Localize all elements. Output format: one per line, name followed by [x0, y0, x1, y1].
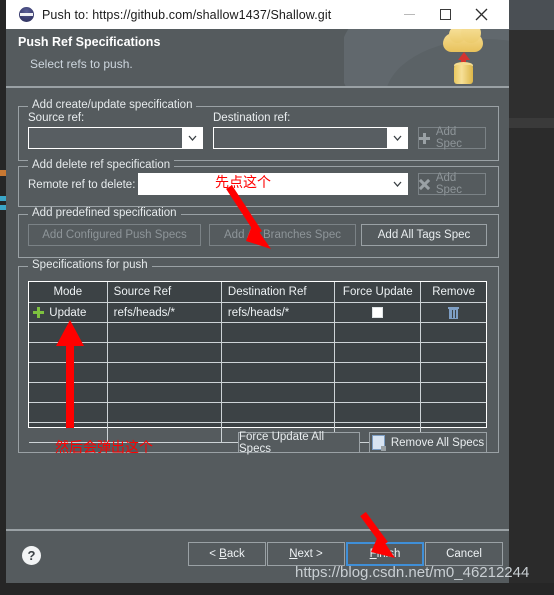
- add-all-branches-spec-label: Add All Branches Spec: [224, 229, 341, 241]
- source-ref-label: Source ref:: [28, 112, 85, 124]
- force-update-checkbox[interactable]: [372, 307, 384, 318]
- annotation-second-note: 然后会弹出这个: [55, 440, 153, 456]
- add-all-tags-spec-button[interactable]: Add All Tags Spec: [361, 224, 487, 246]
- plus-icon: [419, 132, 430, 144]
- cell-destination-ref[interactable]: refs/heads/*: [221, 303, 336, 323]
- chevron-down-icon[interactable]: [182, 128, 202, 148]
- add-spec-delete-button[interactable]: Add Spec: [418, 172, 486, 196]
- ide-background-right-panel: [509, 30, 554, 118]
- specifications-for-push-group-title: Specifications for push: [28, 259, 152, 271]
- add-configured-push-specs-button[interactable]: Add Configured Push Specs: [28, 224, 201, 246]
- push-ref-specifications-dialog: Push to: https://github.com/shallow1437/…: [6, 0, 509, 583]
- green-plus-icon: [33, 307, 44, 318]
- destination-ref-combo[interactable]: [213, 127, 408, 149]
- remote-ref-to-delete-combo[interactable]: [138, 173, 408, 195]
- watermark: https://blog.csdn.net/m0_46212244: [295, 564, 530, 581]
- force-update-all-specs-button[interactable]: Force Update All Specs: [238, 430, 360, 455]
- remove-all-specs-button[interactable]: Remove All Specs: [369, 432, 487, 453]
- table-row-empty[interactable]: [29, 343, 486, 363]
- maximize-icon[interactable]: [427, 0, 463, 29]
- cell-source-ref[interactable]: refs/heads/*: [107, 303, 222, 323]
- table-row-empty[interactable]: [29, 323, 486, 343]
- table-row-empty[interactable]: [29, 363, 486, 383]
- eclipse-icon: [19, 7, 34, 22]
- x-icon: [419, 179, 430, 190]
- next-button[interactable]: Next >: [267, 542, 345, 566]
- banner-heading: Push Ref Specifications: [18, 35, 161, 49]
- ide-background-right-strip: [509, 118, 554, 128]
- table-row-empty[interactable]: [29, 383, 486, 403]
- add-all-tags-spec-label: Add All Tags Spec: [377, 229, 471, 241]
- column-header-source-ref: Source Ref: [107, 282, 222, 303]
- cell-remove[interactable]: [421, 303, 487, 323]
- remove-all-specs-label: Remove All Specs: [390, 436, 485, 449]
- add-spec-create-label: Add Spec: [435, 126, 463, 150]
- ide-background-right-top: [509, 0, 554, 30]
- specifications-table[interactable]: Mode Source Ref Destination Ref Force Up…: [28, 281, 487, 443]
- chevron-down-icon[interactable]: [387, 174, 407, 194]
- dialog-banner: Push Ref Specifications Select refs to p…: [6, 29, 509, 88]
- add-delete-ref-group-title: Add delete ref specification: [28, 159, 175, 171]
- trash-icon[interactable]: [448, 306, 460, 319]
- window-controls: [391, 0, 509, 29]
- cell-mode[interactable]: Update: [29, 303, 108, 323]
- source-ref-combo[interactable]: [28, 127, 203, 149]
- add-predefined-group-title: Add predefined specification: [28, 207, 181, 219]
- column-header-mode: Mode: [29, 282, 108, 303]
- add-configured-push-specs-label: Add Configured Push Specs: [42, 229, 187, 241]
- source-ref-input[interactable]: [29, 128, 182, 148]
- help-icon[interactable]: ?: [22, 546, 41, 565]
- finish-button-label: Finish: [369, 548, 401, 560]
- remove-all-icon: [371, 435, 386, 451]
- window-title: Push to: https://github.com/shallow1437/…: [42, 7, 332, 22]
- destination-ref-label: Destination ref:: [213, 112, 291, 124]
- column-header-force-update: Force Update: [335, 282, 422, 303]
- force-update-all-specs-label: Force Update All Specs: [239, 430, 325, 455]
- title-bar[interactable]: Push to: https://github.com/shallow1437/…: [6, 0, 509, 29]
- chevron-down-icon[interactable]: [387, 128, 407, 148]
- cell-mode-label: Update: [49, 306, 87, 319]
- table-row[interactable]: Update refs/heads/* refs/heads/*: [29, 303, 487, 323]
- table-header-row: Mode Source Ref Destination Ref Force Up…: [29, 282, 487, 303]
- cell-force-update[interactable]: [335, 303, 422, 323]
- minimize-icon[interactable]: [391, 0, 427, 29]
- back-button[interactable]: < Back: [188, 542, 266, 566]
- column-header-remove: Remove: [421, 282, 487, 303]
- table-row-empty[interactable]: [29, 403, 486, 423]
- dialog-content: Add create/update specification Source r…: [6, 88, 509, 528]
- finish-button[interactable]: Finish: [346, 542, 424, 566]
- add-create-update-group-title: Add create/update specification: [28, 99, 197, 111]
- back-button-label: < Back: [209, 548, 245, 560]
- add-all-branches-spec-button[interactable]: Add All Branches Spec: [209, 224, 356, 246]
- close-icon[interactable]: [463, 0, 499, 29]
- cancel-button[interactable]: Cancel: [425, 542, 503, 566]
- next-button-label: Next >: [289, 548, 323, 560]
- ide-background-bottom: [0, 583, 554, 595]
- add-spec-delete-label: Add Spec: [435, 172, 463, 196]
- cloud-upload-icon: [438, 29, 486, 85]
- cancel-button-label: Cancel: [446, 548, 482, 560]
- destination-ref-input[interactable]: [214, 128, 387, 148]
- column-header-destination-ref: Destination Ref: [221, 282, 336, 303]
- screen: Push to: https://github.com/shallow1437/…: [0, 0, 554, 595]
- banner-subtitle: Select refs to push.: [30, 57, 133, 71]
- add-spec-create-button[interactable]: Add Spec: [418, 126, 486, 150]
- remote-ref-to-delete-label: Remote ref to delete:: [28, 179, 136, 191]
- annotation-first-note: 先点这个: [215, 175, 271, 191]
